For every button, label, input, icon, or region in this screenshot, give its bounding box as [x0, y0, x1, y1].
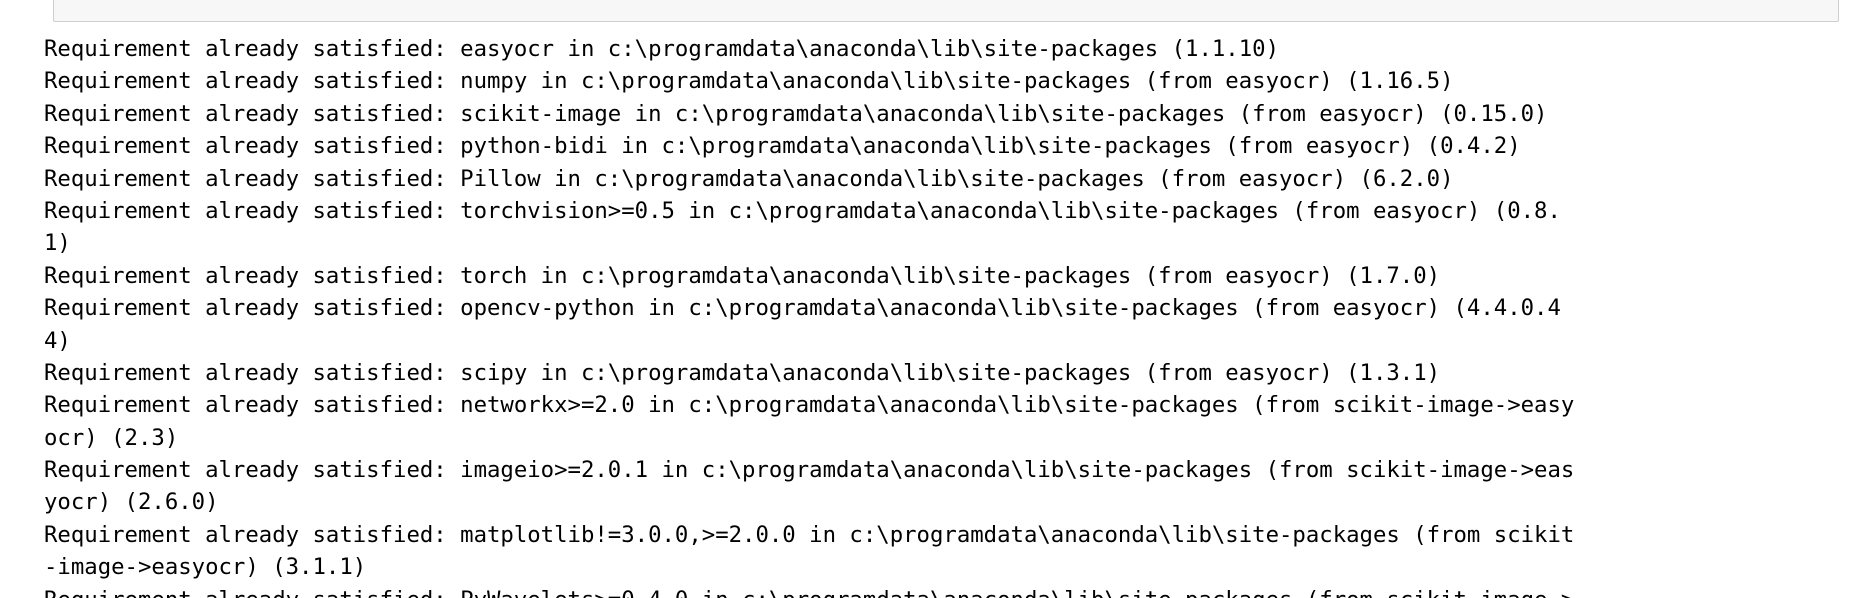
output-line: Requirement already satisfied: imageio>=… — [44, 457, 1575, 484]
output-line: Requirement already satisfied: matplotli… — [44, 521, 1575, 548]
output-line: yocr) (2.6.0) — [44, 489, 219, 516]
output-line: Requirement already satisfied: torchvisi… — [44, 197, 1561, 224]
output-line: Requirement already satisfied: python-bi… — [44, 133, 1521, 160]
output-line: 1) — [44, 230, 71, 257]
output-line: ocr) (2.3) — [44, 424, 179, 451]
output-line: Requirement already satisfied: scipy in … — [44, 359, 1441, 386]
output-line: 4) — [44, 327, 71, 354]
output-line: Requirement already satisfied: torch in … — [44, 262, 1441, 289]
output-line: -image->easyocr) (3.1.1) — [44, 554, 367, 581]
code-input-area[interactable] — [53, 0, 1839, 22]
output-line: Requirement already satisfied: numpy in … — [44, 68, 1454, 95]
output-line: Requirement already satisfied: Pillow in… — [44, 165, 1454, 192]
cell-output: Requirement already satisfied: easyocr i… — [44, 33, 1844, 598]
notebook-cell: Requirement already satisfied: easyocr i… — [0, 0, 1850, 598]
output-line: Requirement already satisfied: easyocr i… — [44, 36, 1279, 62]
output-line: Requirement already satisfied: opencv-py… — [44, 295, 1561, 322]
output-line: Requirement already satisfied: scikit-im… — [44, 100, 1548, 127]
output-line: Requirement already satisfied: networkx>… — [44, 392, 1575, 419]
output-line: Requirement already satisfied: PyWavelet… — [44, 584, 1844, 598]
